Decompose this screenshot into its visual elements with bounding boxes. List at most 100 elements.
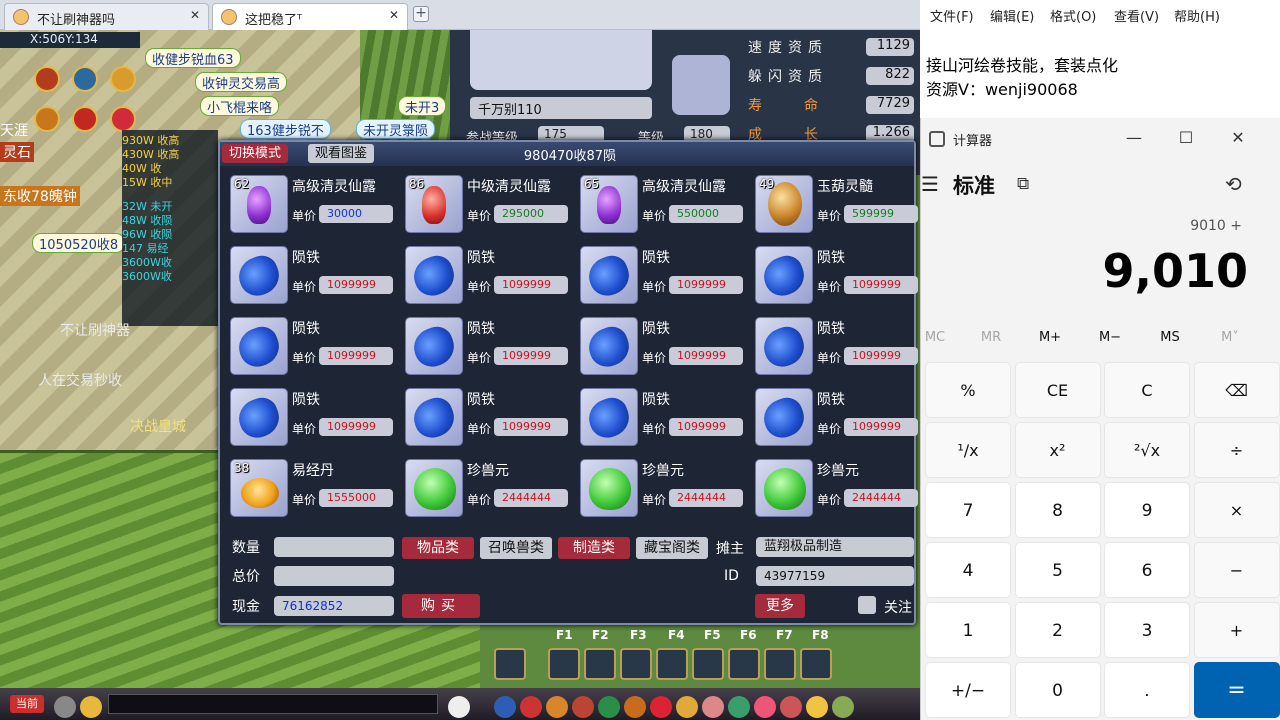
skill-slot[interactable] (494, 648, 526, 680)
item-slot[interactable]: 49 玉葫灵髓 单价 599999 (745, 172, 920, 238)
more-button[interactable]: 更多 (755, 594, 805, 618)
buy-button[interactable]: 购买 (402, 594, 480, 618)
memory-store-button[interactable]: MS (1140, 330, 1200, 345)
memory-subtract-button[interactable]: M− (1080, 330, 1140, 345)
digit-8-button[interactable]: 8 (1014, 482, 1101, 538)
ore-icon[interactable] (230, 317, 288, 375)
ore-icon[interactable] (580, 388, 638, 446)
ore-icon[interactable] (755, 317, 813, 375)
negate-button[interactable]: +/− (925, 662, 1011, 718)
play-icon[interactable] (72, 66, 98, 92)
tab-close-icon[interactable]: ✕ (389, 8, 399, 22)
item-slot[interactable]: 65 高级清灵仙露 单价 550000 (570, 172, 745, 238)
divide-button[interactable]: ÷ (1193, 422, 1280, 478)
ore-icon[interactable] (405, 388, 463, 446)
clock-icon[interactable] (110, 66, 136, 92)
close-icon[interactable]: ✕ (1223, 126, 1253, 150)
item-slot[interactable]: 珍兽元 单价 2444444 (570, 456, 745, 522)
browser-tab[interactable]: 不让刷神器吗 ✕ (4, 3, 209, 30)
clear-entry-button[interactable]: CE (1014, 362, 1101, 418)
notepad-line[interactable]: 资源V：wenji90068 (926, 76, 1078, 100)
ore-icon[interactable] (755, 246, 813, 304)
item-slot[interactable]: 珍兽元 单价 2444444 (745, 456, 920, 522)
item-slot[interactable]: 陨铁 单价 1099999 (745, 314, 920, 380)
digit-5-button[interactable]: 5 (1014, 542, 1101, 598)
system-icon[interactable] (780, 696, 802, 718)
skill-slot[interactable] (764, 648, 796, 680)
pill-icon[interactable]: 38 (230, 459, 288, 517)
skill-slot[interactable] (728, 648, 760, 680)
new-icon[interactable] (34, 106, 60, 132)
digit-3-button[interactable]: 3 (1104, 602, 1190, 658)
item-slot[interactable]: 陨铁 单价 1099999 (220, 243, 395, 309)
red-potion-icon[interactable]: 86 (405, 175, 463, 233)
chat-channel-button[interactable]: 当前 (10, 695, 44, 713)
item-slot[interactable]: 86 中级清灵仙露 单价 295000 (395, 172, 570, 238)
jade-icon[interactable] (580, 459, 638, 517)
quantity-input[interactable] (274, 537, 394, 557)
item-slot[interactable]: 陨铁 单价 1099999 (570, 314, 745, 380)
clear-button[interactable]: C (1104, 362, 1190, 418)
menu-file[interactable]: 文件(F) (930, 6, 974, 25)
switch-mode-button[interactable]: 切换模式 (222, 144, 289, 163)
category-craft-tab[interactable]: 制造类 (558, 537, 630, 559)
pet-icon[interactable] (448, 696, 470, 718)
digit-2-button[interactable]: 2 (1014, 602, 1101, 658)
minus-button[interactable]: − (1193, 542, 1280, 598)
equals-button[interactable]: = (1193, 662, 1280, 718)
emoji-icon[interactable] (80, 696, 102, 718)
quest-icon[interactable] (624, 696, 646, 718)
memory-clear-button[interactable]: MC (905, 330, 965, 345)
category-pets-tab[interactable]: 召唤兽类 (480, 537, 552, 559)
multiply-button[interactable]: × (1193, 482, 1280, 538)
guild-icon[interactable] (598, 696, 620, 718)
friends-icon[interactable] (572, 696, 594, 718)
digit-9-button[interactable]: 9 (1104, 482, 1190, 538)
digit-7-button[interactable]: 7 (925, 482, 1011, 538)
gift-icon[interactable] (72, 106, 98, 132)
item-slot[interactable]: 陨铁 单价 1099999 (395, 385, 570, 451)
ore-icon[interactable] (755, 388, 813, 446)
potion-icon[interactable]: 65 (580, 175, 638, 233)
square-button[interactable]: x² (1014, 422, 1101, 478)
ore-icon[interactable] (580, 246, 638, 304)
square-root-button[interactable]: ²√x (1104, 422, 1190, 478)
microphone-icon[interactable] (54, 696, 76, 718)
plus-button[interactable]: + (1193, 602, 1280, 658)
gourd-icon[interactable]: 49 (755, 175, 813, 233)
weapon-icon[interactable] (494, 696, 516, 718)
ore-icon[interactable] (230, 388, 288, 446)
skill-slot[interactable] (692, 648, 724, 680)
skill-slot[interactable] (548, 648, 580, 680)
jade-icon[interactable] (405, 459, 463, 517)
item-slot[interactable]: 陨铁 单价 1099999 (395, 243, 570, 309)
dream-icon[interactable] (34, 66, 60, 92)
skill-slot[interactable] (800, 648, 832, 680)
smile-icon[interactable] (806, 696, 828, 718)
mail-icon[interactable] (676, 696, 698, 718)
skill-icon[interactable] (650, 696, 672, 718)
view-catalog-button[interactable]: 观看图鉴 (308, 144, 375, 163)
hamburger-menu-icon[interactable]: ☰ (921, 172, 939, 196)
ore-icon[interactable] (405, 317, 463, 375)
shop-icon[interactable] (702, 696, 724, 718)
tab-close-icon[interactable]: ✕ (190, 8, 200, 22)
menu-view[interactable]: 查看(V) (1114, 6, 1159, 25)
ore-icon[interactable] (405, 246, 463, 304)
item-slot[interactable]: 陨铁 单价 1099999 (220, 385, 395, 451)
bag-icon[interactable] (520, 696, 542, 718)
percent-button[interactable]: % (925, 362, 1011, 418)
category-treasure-tab[interactable]: 藏宝阁类 (636, 537, 708, 559)
backspace-button[interactable]: ⌫ (1193, 362, 1280, 418)
chat-input[interactable] (108, 694, 438, 714)
item-slot[interactable]: 陨铁 单价 1099999 (395, 314, 570, 380)
peach-icon[interactable] (754, 696, 776, 718)
digit-6-button[interactable]: 6 (1104, 542, 1190, 598)
game-window[interactable]: X:506Y:134 收健步锐血63 收钟灵交易高 小飞棍来咯 未开3 163健… (0, 30, 920, 720)
item-slot[interactable]: 陨铁 单价 1099999 (220, 314, 395, 380)
notepad-line[interactable]: 接山河绘卷技能，套装点化 (926, 52, 1118, 76)
item-slot[interactable]: 38 易经丹 单价 1555000 (220, 456, 395, 522)
team-icon[interactable] (546, 696, 568, 718)
potion-icon[interactable]: 62 (230, 175, 288, 233)
item-slot[interactable]: 陨铁 单价 1099999 (745, 243, 920, 309)
